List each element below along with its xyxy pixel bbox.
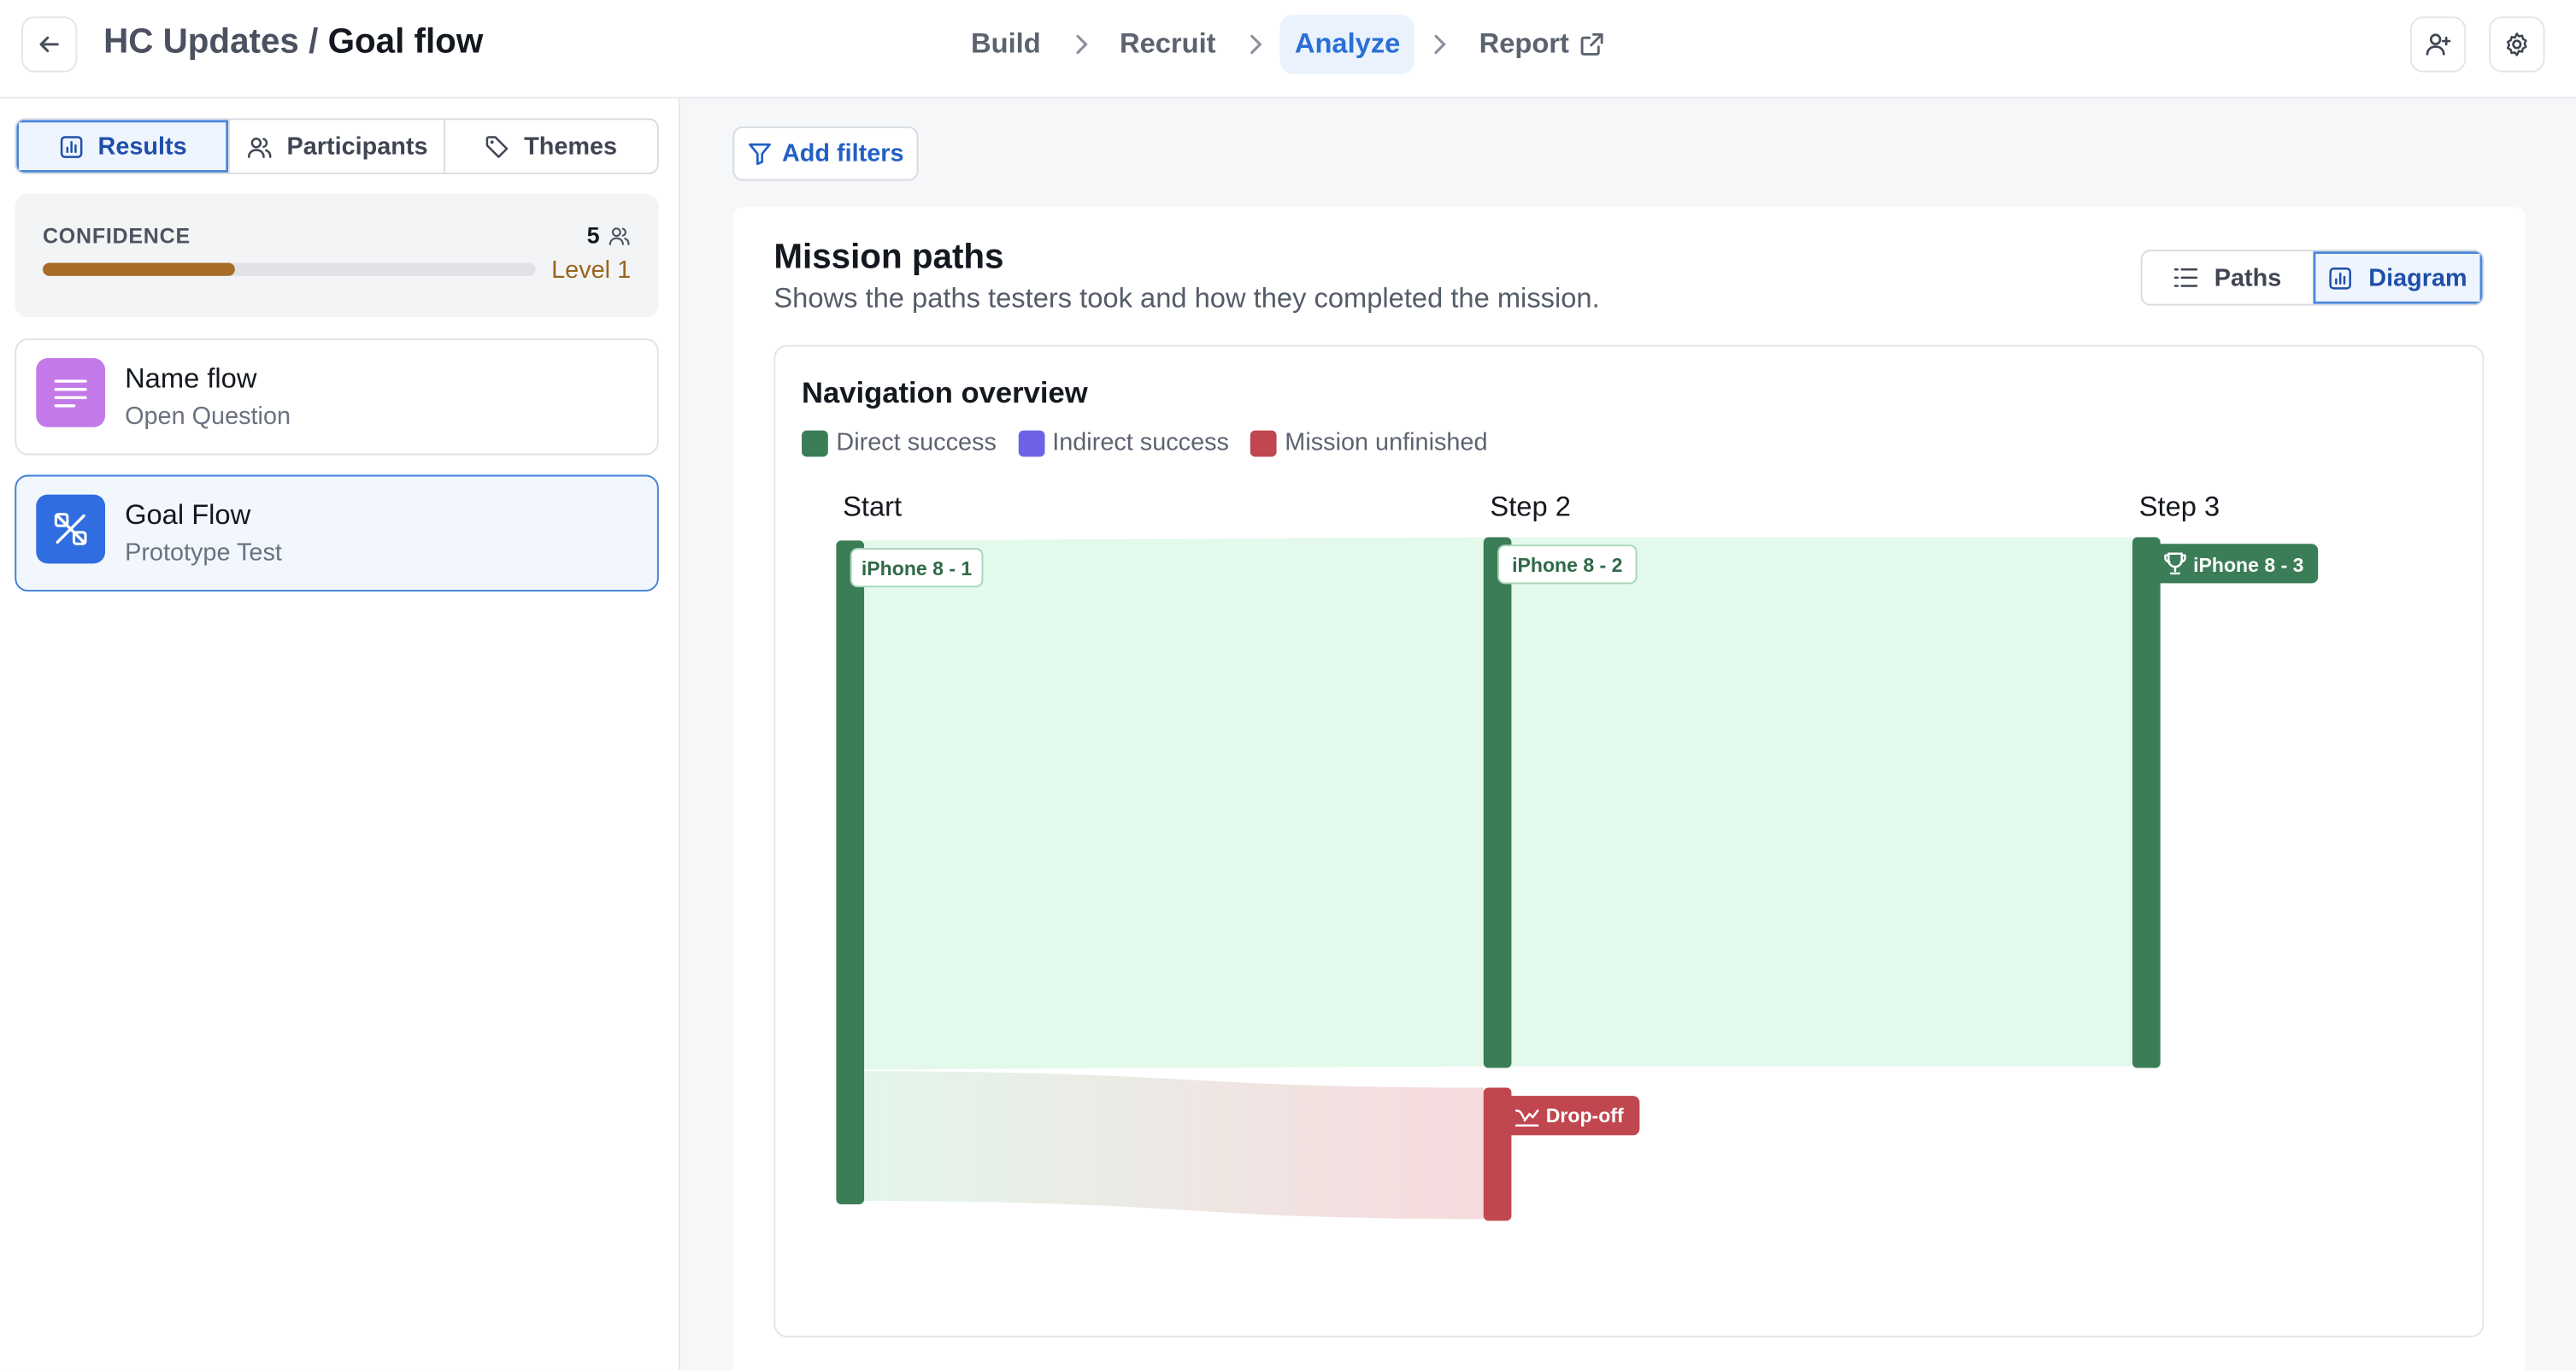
chevron-right-icon: [1247, 32, 1263, 56]
arrow-left-icon: [39, 36, 59, 53]
view-paths-button[interactable]: Paths: [2142, 251, 2313, 304]
tag-icon: [485, 135, 509, 157]
question-title: Name flow: [125, 362, 257, 395]
node-label-iphone-8-1[interactable]: iPhone 8 - 1: [850, 548, 984, 588]
app-root: HC Updates / Goal flow Build Recruit Ana…: [0, 0, 2576, 1371]
confidence-card: CONFIDENCE 5 Level 1: [15, 193, 659, 317]
project-name: HC Updates: [103, 22, 299, 62]
step-build[interactable]: Build: [956, 15, 1056, 74]
external-link-icon: [1580, 32, 1603, 56]
step-build-label: Build: [971, 27, 1041, 60]
node-label-text: iPhone 8 - 2: [1512, 554, 1622, 576]
flow-step2-to-step3: [1511, 537, 2133, 1067]
question-title: Goal Flow: [125, 499, 251, 531]
mission-paths-title: Mission paths: [773, 238, 1004, 276]
node-bar-start: [836, 540, 865, 1204]
node-label-text: iPhone 8 - 3: [2193, 554, 2303, 576]
sankey-diagram: iPhone 8 - 1 iPhone 8 - 2 iPhone 8 - 3 D…: [836, 537, 2319, 1221]
sidebar: Results Participants Themes CONFIDENCE 5…: [0, 98, 680, 1371]
add-filters-label: Add filters: [781, 139, 904, 168]
tab-results[interactable]: Results: [16, 120, 231, 173]
settings-button[interactable]: [2489, 16, 2545, 73]
confidence-label: CONFIDENCE: [42, 223, 191, 249]
question-type: Prototype Test: [125, 538, 282, 568]
back-button[interactable]: [21, 16, 78, 73]
page-name: Goal flow: [327, 22, 484, 62]
view-diagram-label: Diagram: [2368, 263, 2467, 292]
top-header: HC Updates / Goal flow Build Recruit Ana…: [0, 0, 2576, 99]
view-paths-label: Paths: [2214, 263, 2282, 292]
question-card-name-flow[interactable]: Name flow Open Question: [15, 338, 659, 456]
results-tabs: Results Participants Themes: [15, 118, 659, 174]
node-label-iphone-8-2[interactable]: iPhone 8 - 2: [1497, 544, 1638, 585]
confidence-progress-fill: [42, 262, 235, 276]
mission-paths-description: Shows the paths testers took and how the…: [773, 282, 1600, 315]
confidence-progress-bar: [42, 262, 536, 276]
step-report-label: Report: [1479, 27, 1569, 60]
users-icon: [247, 137, 271, 157]
tab-themes-label: Themes: [524, 132, 618, 161]
page-title: HC Updates / Goal flow: [103, 23, 483, 62]
users-icon: [609, 227, 630, 244]
tab-results-label: Results: [97, 132, 187, 161]
mission-paths-panel: Mission paths Shows the paths testers to…: [732, 207, 2526, 1371]
invite-user-button[interactable]: [2409, 16, 2467, 73]
flow-start-to-step2: [864, 537, 1484, 1070]
navigation-overview-card: Navigation overview Direct success Indir…: [773, 344, 2485, 1338]
flow-start-to-dropoff: [864, 1071, 1484, 1220]
chevron-right-icon: [1432, 32, 1448, 56]
node-label-iphone-8-3[interactable]: iPhone 8 - 3: [2152, 544, 2319, 584]
tab-participants[interactable]: Participants: [230, 120, 445, 173]
workflow-steps: Build Recruit Analyze Report: [956, 15, 1620, 74]
add-filters-button[interactable]: Add filters: [732, 127, 919, 181]
step-recruit-label: Recruit: [1119, 27, 1216, 60]
step-analyze[interactable]: Analyze: [1279, 15, 1415, 74]
step-report[interactable]: Report: [1464, 15, 1620, 74]
node-label-drop-off[interactable]: Drop-off: [1503, 1096, 1640, 1136]
title-separator: /: [298, 22, 328, 62]
confidence-level: Level 1: [551, 256, 632, 285]
bar-chart-icon: [2328, 267, 2351, 289]
view-toggle: Paths Diagram: [2140, 250, 2485, 306]
tab-themes[interactable]: Themes: [444, 120, 657, 173]
node-bar-step2: [1483, 537, 1512, 1068]
gear-icon: [2506, 32, 2527, 56]
node-label-text: Drop-off: [1546, 1104, 1624, 1127]
node-bar-step3: [2132, 537, 2161, 1068]
question-card-goal-flow[interactable]: Goal Flow Prototype Test: [15, 474, 659, 591]
text-lines-icon: [36, 358, 106, 427]
step-recruit[interactable]: Recruit: [1105, 15, 1231, 74]
step-analyze-label: Analyze: [1294, 27, 1401, 60]
participant-count-value: 5: [586, 221, 600, 249]
bar-chart-icon: [59, 135, 82, 157]
tab-participants-label: Participants: [286, 132, 428, 161]
question-type: Open Question: [125, 402, 291, 431]
list-icon: [2173, 268, 2197, 287]
filter-icon: [749, 143, 771, 166]
participant-count: 5: [587, 221, 632, 248]
chevron-right-icon: [1072, 32, 1088, 56]
user-plus-icon: [2426, 33, 2451, 56]
node-label-text: iPhone 8 - 1: [862, 557, 973, 580]
prototype-icon: [36, 494, 106, 564]
view-diagram-button[interactable]: Diagram: [2312, 251, 2483, 304]
